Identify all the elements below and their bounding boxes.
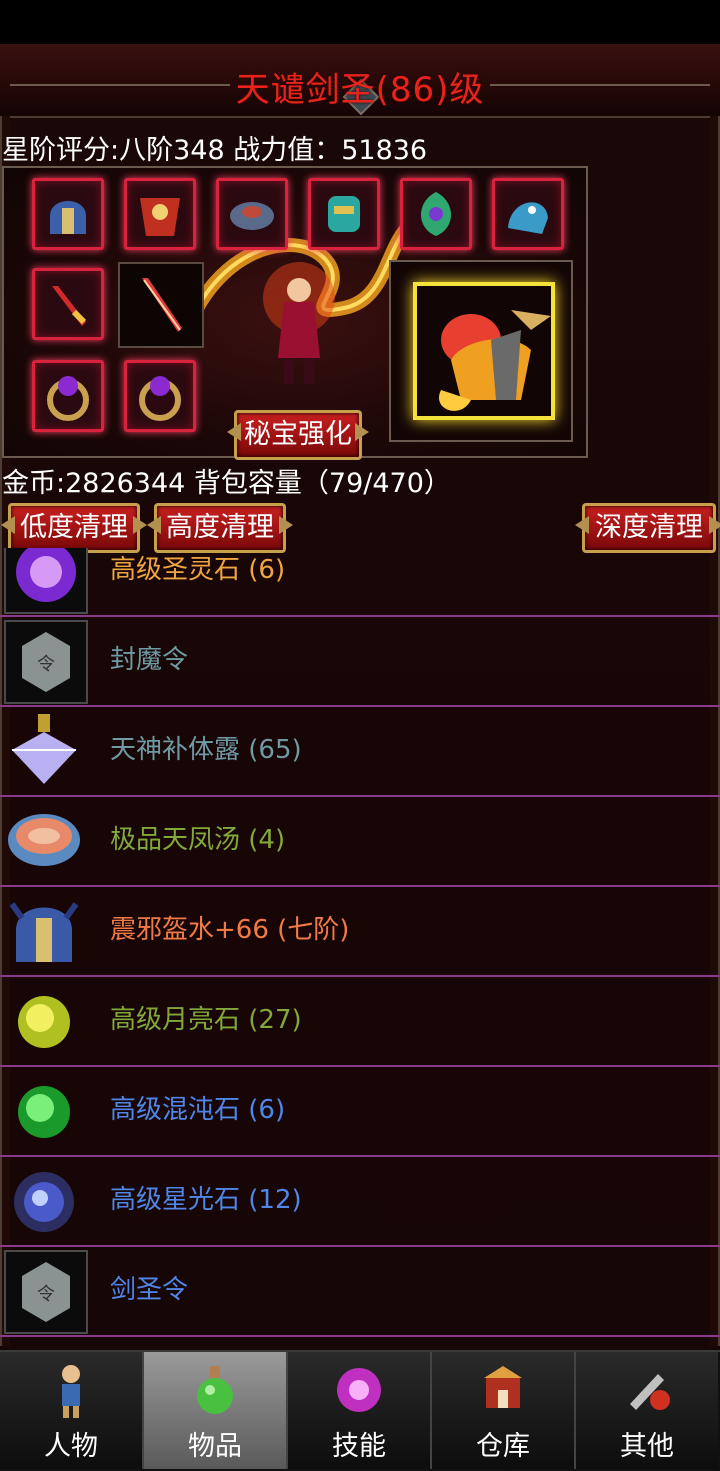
armor-icon xyxy=(140,198,180,236)
starlight-stone-icon xyxy=(14,1172,74,1232)
character-title: 天谴剑圣(86)级 xyxy=(235,70,485,110)
weapon-slot-icon xyxy=(142,278,182,332)
item-icon-frame: 令 xyxy=(4,620,88,704)
list-item[interactable]: 高级混沌石 (6) xyxy=(0,1066,720,1157)
equip-slot-ring-left[interactable] xyxy=(32,360,104,432)
item-name: 高级月亮石 (27) xyxy=(110,1005,302,1035)
item-name: 极品天凤汤 (4) xyxy=(110,825,286,855)
clear-high-button[interactable]: 高度清理 xyxy=(154,503,286,553)
ring-left-icon xyxy=(47,376,89,421)
clear-deep-button[interactable]: 深度清理 xyxy=(582,503,716,553)
equipment-panel: 秘宝强化 xyxy=(2,166,588,460)
crystal-potion-icon xyxy=(12,714,76,784)
tab-label: 仓库 xyxy=(476,1431,530,1462)
character-icon xyxy=(62,1365,80,1418)
clear-low-button[interactable]: 低度清理 xyxy=(8,503,140,553)
pet-slot[interactable] xyxy=(389,260,573,442)
item-name: 高级圣灵石 (6) xyxy=(110,555,286,585)
item-name: 高级星光石 (12) xyxy=(110,1185,302,1215)
list-item[interactable]: 令 剑圣令 xyxy=(0,1246,720,1337)
secret-treasure-enhance-button[interactable]: 秘宝强化 xyxy=(234,410,362,460)
equip-slot-ring-right[interactable] xyxy=(124,360,196,432)
equip-slot-beast[interactable] xyxy=(492,178,564,250)
moon-stone-icon xyxy=(18,996,70,1048)
purple-spirit-stone-icon xyxy=(16,548,76,602)
inventory-list[interactable]: 高级圣灵石 (6) 令 封魔令 天神补体露 (65) 极品天凤汤 (4) 震邪盔… xyxy=(0,548,720,1350)
seal-token-icon: 令 xyxy=(22,632,70,692)
equip-slot-shoulder[interactable] xyxy=(216,178,288,250)
blue-beast-icon xyxy=(508,202,548,234)
stats-line: 星阶评分:八阶348 战力值：51836 xyxy=(2,135,428,166)
item-name: 天神补体露 (65) xyxy=(110,735,302,765)
bottom-nav: 人物 物品 技能 仓库 其他 xyxy=(0,1350,720,1471)
gold-and-capacity: 金币:2826344 背包容量（79/470） xyxy=(2,468,451,499)
tab-label: 技能 xyxy=(332,1431,386,1462)
warehouse-icon xyxy=(484,1366,522,1408)
tab-character[interactable]: 人物 xyxy=(0,1352,144,1469)
item-name: 高级混沌石 (6) xyxy=(110,1095,286,1125)
item-name: 震邪盔水+66 (七阶) xyxy=(110,915,350,945)
item-name: 剑圣令 xyxy=(110,1275,189,1305)
potion-bag-icon xyxy=(197,1366,233,1414)
tab-skills[interactable]: 技能 xyxy=(288,1352,432,1469)
other-tools-icon xyxy=(630,1374,670,1410)
green-spirit-icon xyxy=(421,192,451,236)
svg-text:令: 令 xyxy=(37,654,55,675)
list-item[interactable]: 高级月亮石 (27) xyxy=(0,976,720,1067)
tab-other[interactable]: 其他 xyxy=(576,1352,718,1469)
item-icon-frame xyxy=(4,1160,84,1240)
skill-orb-icon xyxy=(337,1368,381,1412)
equip-slot-armor[interactable] xyxy=(124,178,196,250)
golden-beast-mount-icon xyxy=(438,310,551,411)
list-item[interactable]: 令 封魔令 xyxy=(0,616,720,707)
equip-slot-spirit[interactable] xyxy=(400,178,472,250)
hero-character-icon xyxy=(263,262,335,384)
list-item[interactable]: 天神补体露 (65) xyxy=(0,706,720,797)
item-icon-frame xyxy=(4,980,84,1060)
shoulder-icon xyxy=(230,202,274,230)
list-item[interactable]: 高级星光石 (12) xyxy=(0,1156,720,1247)
phoenix-soup-bowl-icon xyxy=(8,814,80,866)
equip-slot-sword[interactable] xyxy=(32,268,104,340)
list-item[interactable] xyxy=(0,1336,720,1350)
tab-label: 人物 xyxy=(44,1431,98,1462)
list-item[interactable]: 高级圣灵石 (6) xyxy=(0,548,720,617)
item-icon-frame: 令 xyxy=(4,1250,88,1334)
ring-right-icon xyxy=(139,376,181,421)
sword-icon xyxy=(52,286,87,326)
item-icon-frame xyxy=(4,710,84,790)
list-item[interactable]: 震邪盔水+66 (七阶) xyxy=(0,886,720,977)
item-icon-frame xyxy=(4,1070,84,1150)
equip-slot-helmet[interactable] xyxy=(32,178,104,250)
tab-items[interactable]: 物品 xyxy=(144,1352,288,1469)
equip-slot-jade[interactable] xyxy=(308,178,380,250)
helmet-icon xyxy=(50,201,86,234)
item-name: 封魔令 xyxy=(110,645,189,675)
svg-text:令: 令 xyxy=(37,1284,55,1305)
list-item[interactable]: 极品天凤汤 (4) xyxy=(0,796,720,887)
tab-label: 物品 xyxy=(188,1431,242,1462)
jade-dragon-icon xyxy=(328,196,360,232)
equip-slot-weapon[interactable] xyxy=(118,262,204,348)
tab-label: 其他 xyxy=(620,1431,674,1462)
item-icon-frame xyxy=(4,800,84,880)
tab-warehouse[interactable]: 仓库 xyxy=(432,1352,576,1469)
item-icon-frame xyxy=(4,548,88,614)
sword-saint-token-icon: 令 xyxy=(22,1262,70,1322)
chaos-stone-icon xyxy=(18,1086,70,1138)
item-icon-frame xyxy=(4,890,84,970)
status-bar xyxy=(0,0,720,44)
helmet-icon xyxy=(9,902,79,962)
